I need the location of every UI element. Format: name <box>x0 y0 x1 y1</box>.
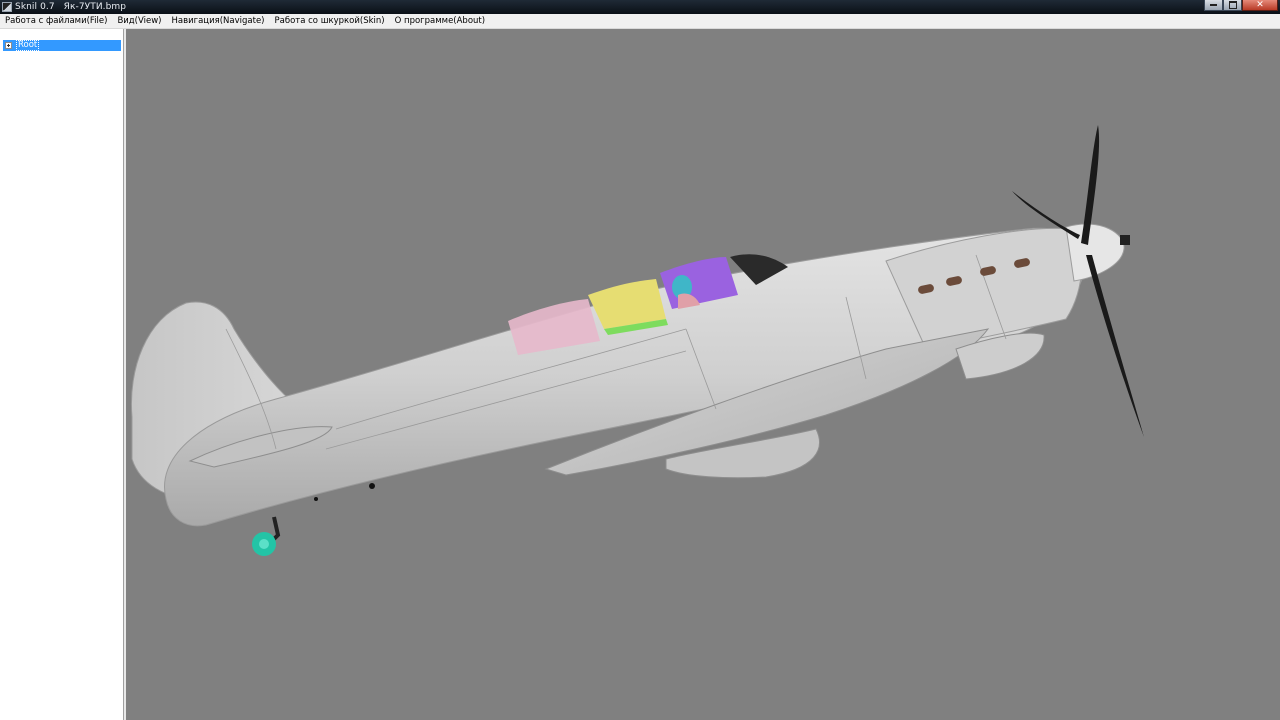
menu-about[interactable]: О программе(About) <box>390 16 490 26</box>
minimize-icon <box>1210 4 1217 6</box>
menu-skin[interactable]: Работа со шкуркой(Skin) <box>270 16 390 26</box>
menu-file[interactable]: Работа с файлами(File) <box>0 16 112 26</box>
app-icon <box>2 2 12 12</box>
menu-bar: Работа с файлами(File) Вид(View) Навигац… <box>0 14 1280 29</box>
maximize-icon <box>1228 1 1237 9</box>
maximize-button[interactable] <box>1223 0 1242 11</box>
close-button[interactable]: ✕ <box>1242 0 1278 11</box>
menu-view[interactable]: Вид(View) <box>112 16 166 26</box>
3d-viewport[interactable] <box>126 29 1280 720</box>
close-icon: ✕ <box>1256 0 1264 10</box>
fuselage-marker <box>369 483 375 489</box>
fuselage-marker-small <box>314 497 318 501</box>
aircraft-model <box>130 125 1144 556</box>
tree-panel[interactable]: Root <box>0 29 126 720</box>
tree-item-label: Root <box>16 40 40 51</box>
window-controls: ✕ <box>1204 0 1278 11</box>
menu-navigate[interactable]: Навигация(Navigate) <box>167 16 270 26</box>
title-bar: Sknil 0.7 Як-7УТИ.bmp ✕ <box>0 0 1280 14</box>
tail-wheel-hub <box>259 539 269 549</box>
expand-plus-icon[interactable] <box>5 42 12 49</box>
tree-item-root[interactable]: Root <box>3 40 121 51</box>
window-title: Sknil 0.7 Як-7УТИ.bmp <box>15 2 127 12</box>
minimize-button[interactable] <box>1204 0 1223 11</box>
